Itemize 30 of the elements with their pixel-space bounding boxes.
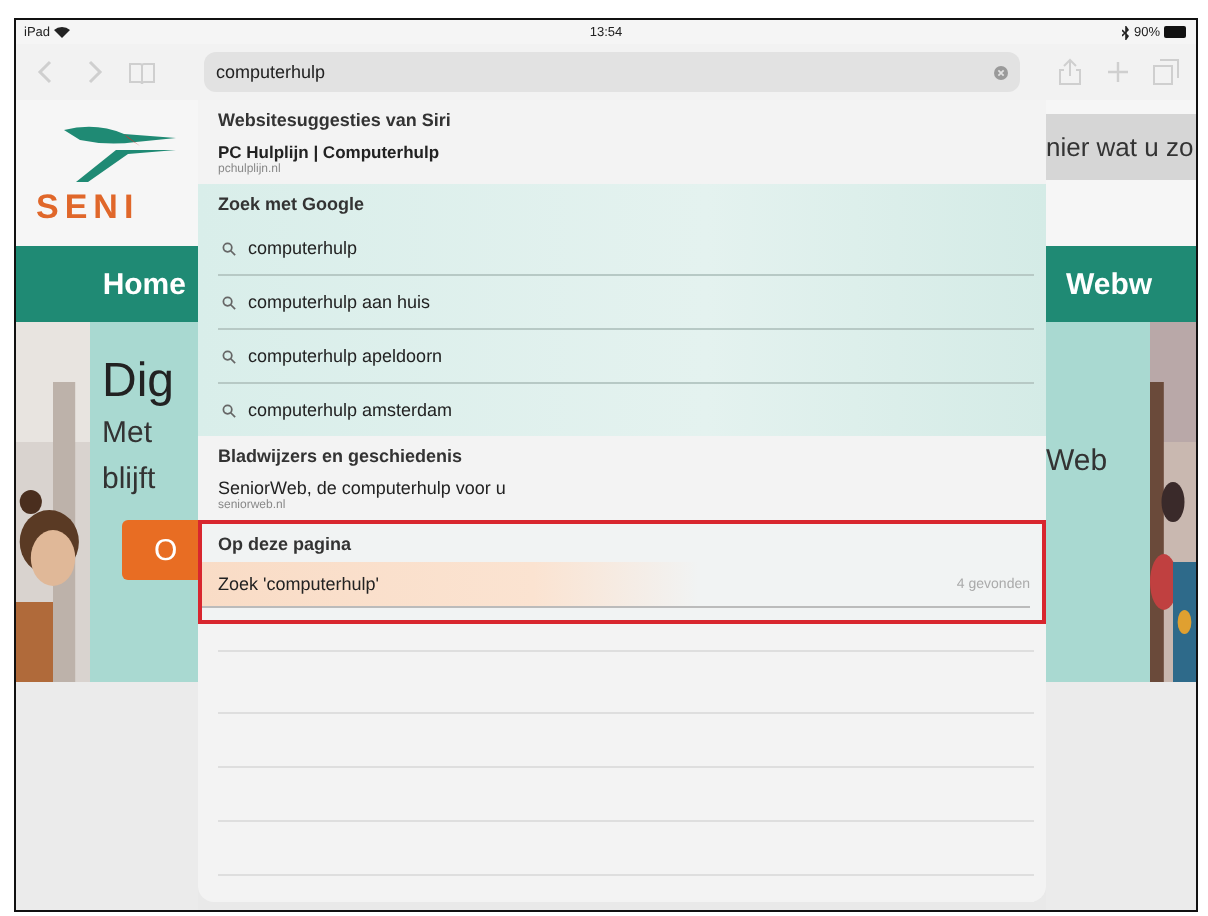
section-title: Bladwijzers en geschiedenis xyxy=(218,444,465,470)
search-icon xyxy=(222,349,236,363)
site-search-field[interactable]: nier wat u zo xyxy=(1046,114,1196,180)
search-suggestion[interactable]: computerhulp apeldoorn xyxy=(218,330,1034,384)
bookmarks-icon[interactable] xyxy=(128,58,156,86)
search-icon xyxy=(222,403,236,417)
bluetooth-icon xyxy=(1121,25,1130,39)
logo-text: SENI xyxy=(36,190,142,224)
hero-text: Met xyxy=(102,418,155,451)
hero-text: blijft xyxy=(102,463,158,496)
tabs-icon[interactable] xyxy=(1152,58,1180,86)
search-icon xyxy=(222,241,236,255)
plus-icon[interactable] xyxy=(1104,58,1132,86)
section-title: Op deze pagina xyxy=(218,532,354,558)
battery-icon xyxy=(1164,26,1188,38)
share-icon[interactable] xyxy=(1056,58,1084,86)
search-suggestion[interactable]: computerhulp amsterdam xyxy=(218,384,1034,436)
section-title: Zoek met Google xyxy=(218,192,367,218)
wifi-icon xyxy=(54,26,71,38)
hero-text: Web xyxy=(1046,446,1110,479)
search-suggestion[interactable]: computerhulp xyxy=(218,222,1034,276)
section-title: Websitesuggesties van Siri xyxy=(218,108,453,134)
find-label: Zoek 'computerhulp' xyxy=(218,574,379,594)
hero-heading: Dig xyxy=(102,358,177,406)
nav-link[interactable]: Home xyxy=(102,269,186,299)
search-icon xyxy=(222,295,236,309)
address-field[interactable]: computerhulp xyxy=(204,52,1020,92)
clear-icon[interactable] xyxy=(994,65,1008,79)
search-suggestion[interactable]: computerhulp aan huis xyxy=(218,276,1034,330)
nav-link[interactable]: Webw xyxy=(1066,269,1153,299)
